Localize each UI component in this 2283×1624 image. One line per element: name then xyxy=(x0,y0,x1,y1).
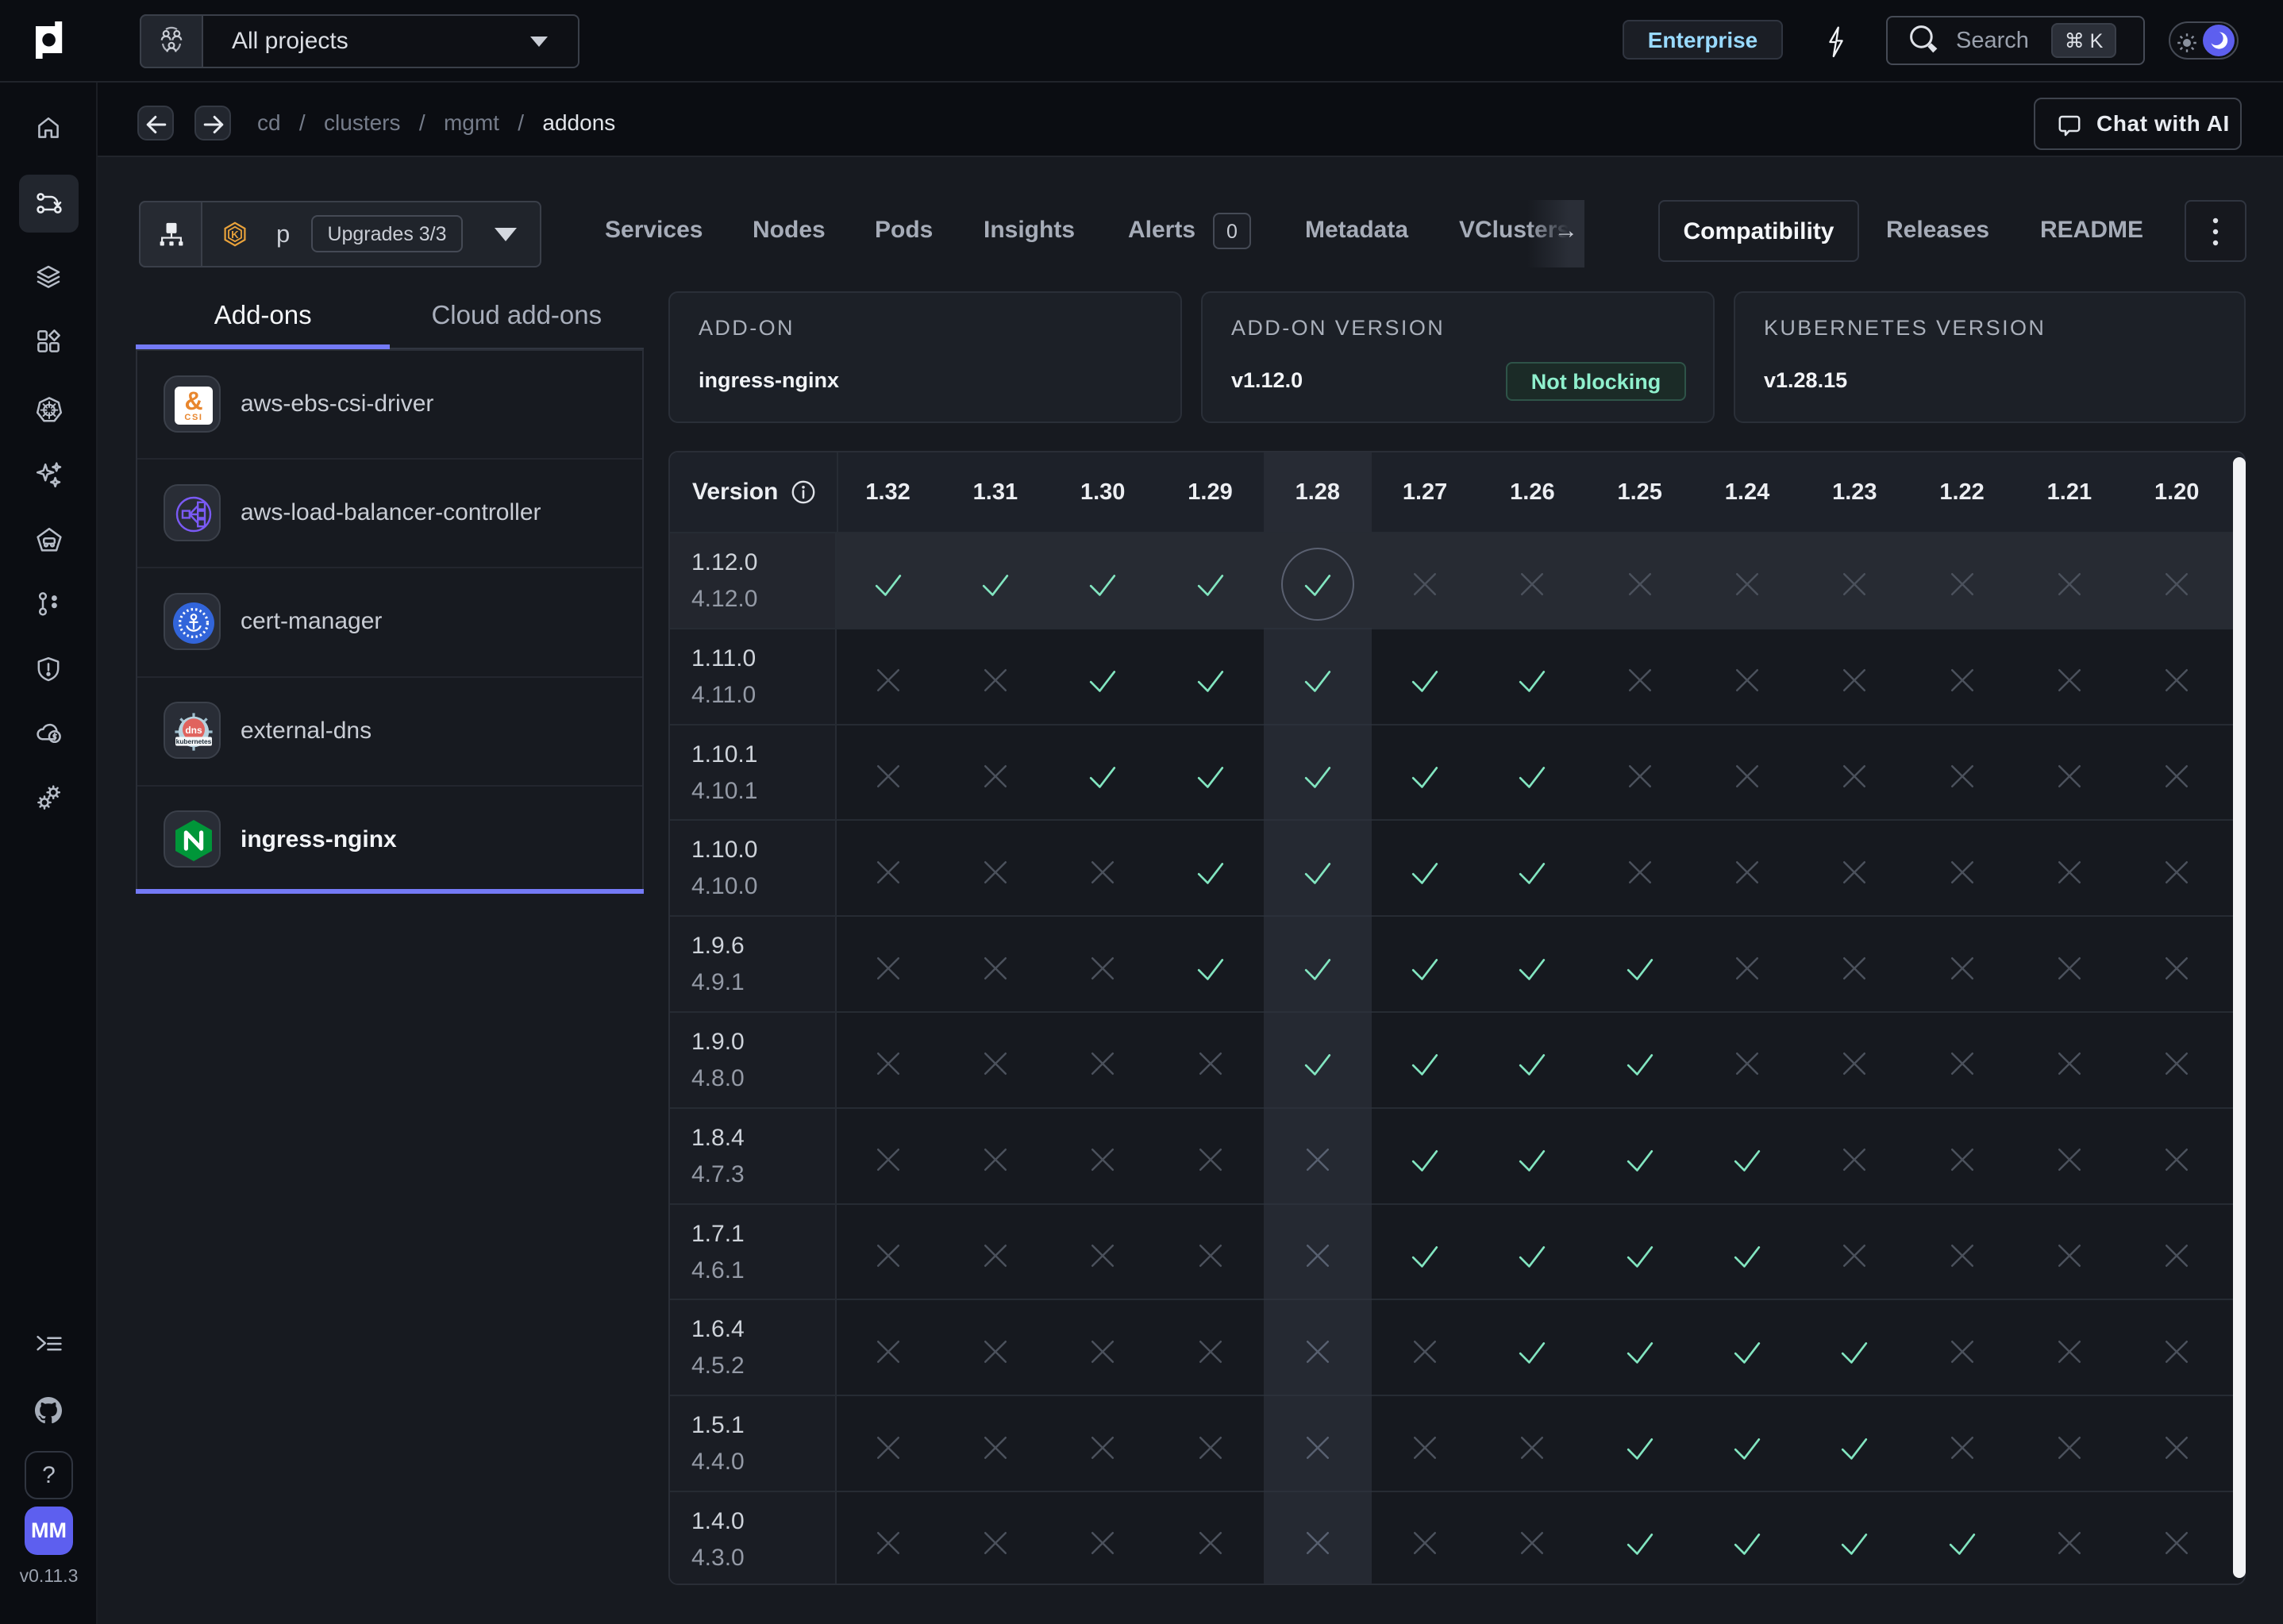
svg-text:CSI: CSI xyxy=(184,413,202,422)
svg-text:&: & xyxy=(184,387,202,415)
svg-text:dns: dns xyxy=(185,725,202,736)
svg-text:kubernetes: kubernetes xyxy=(176,737,212,745)
svg-text:K: K xyxy=(231,229,239,241)
